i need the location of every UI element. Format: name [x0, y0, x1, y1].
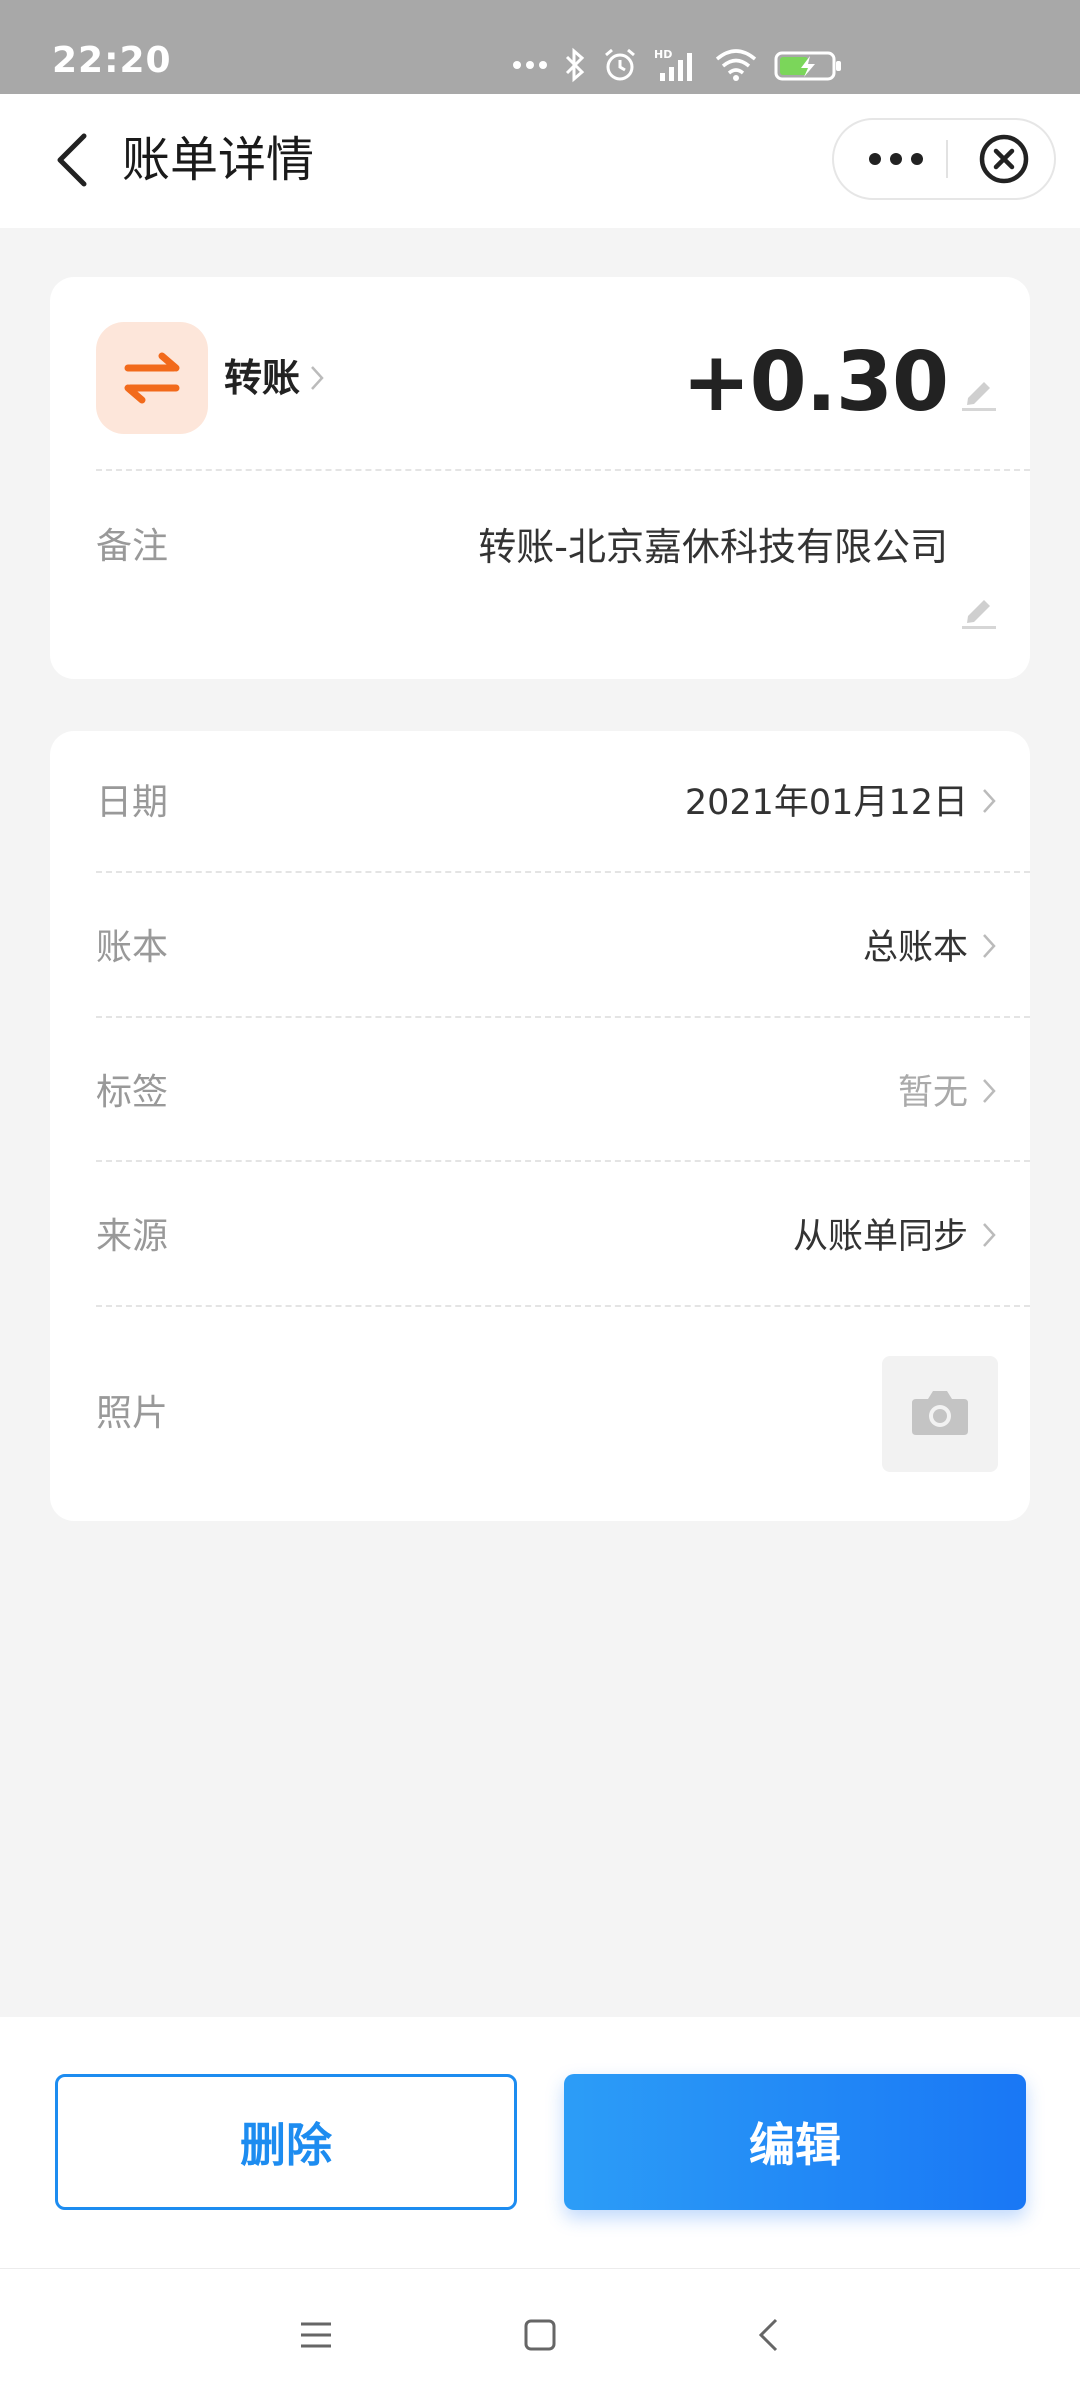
book-row[interactable]: 总账本 — [863, 924, 996, 972]
divider — [96, 1305, 1030, 1307]
chevron-left-icon[interactable] — [40, 128, 104, 192]
close-circle-icon[interactable] — [960, 120, 1048, 198]
alarm-icon — [602, 47, 638, 83]
date-label: 日期 — [96, 782, 169, 823]
back-icon[interactable] — [738, 2305, 798, 2365]
status-time: 22:20 — [52, 40, 172, 81]
edit-pencil-icon[interactable] — [958, 372, 998, 412]
mini-program-capsule — [832, 118, 1056, 200]
status-icons: HD — [512, 40, 842, 90]
amount-value[interactable]: +0.30 — [682, 335, 949, 431]
status-bar: 22:20 HD — [0, 0, 1080, 94]
edit-button[interactable]: 编辑 — [564, 2074, 1026, 2210]
nav-bar: 账单详情 — [0, 94, 1080, 228]
date-row[interactable]: 2021年01月12日 — [685, 779, 996, 827]
book-value: 总账本 — [862, 928, 968, 968]
svg-text:HD: HD — [654, 48, 672, 61]
divider — [96, 871, 1030, 873]
photo-label: 照片 — [96, 1393, 169, 1434]
tag-label: 标签 — [96, 1072, 169, 1113]
add-photo-button[interactable] — [882, 1356, 998, 1472]
category-label: 转账 — [224, 356, 301, 400]
chevron-right-icon — [982, 1069, 996, 1117]
date-value: 2021年01月12日 — [684, 783, 968, 823]
chevron-right-icon — [982, 924, 996, 972]
book-label: 账本 — [96, 927, 169, 968]
tag-value: 暂无 — [897, 1073, 968, 1113]
source-value: 从账单同步 — [792, 1217, 968, 1257]
bluetooth-icon — [564, 47, 586, 83]
transfer-arrows-icon — [96, 322, 208, 434]
more-dots-icon[interactable] — [852, 120, 940, 198]
delete-button[interactable]: 删除 — [55, 2074, 517, 2210]
divider — [96, 469, 1030, 471]
record-summary-card: 转账 +0.30 备注 转账-北京嘉休科技有限公司 — [50, 277, 1030, 679]
capsule-divider — [946, 140, 948, 178]
system-nav-bar — [0, 2268, 1080, 2401]
more-dots-icon — [512, 60, 548, 70]
camera-icon — [910, 1387, 970, 1441]
divider — [96, 1160, 1030, 1162]
source-label: 来源 — [96, 1216, 169, 1257]
edit-pencil-icon[interactable] — [958, 590, 998, 630]
menu-icon[interactable] — [286, 2305, 346, 2365]
divider — [96, 1016, 1030, 1018]
wifi-icon — [714, 47, 758, 83]
chevron-right-icon — [310, 353, 324, 403]
home-square-icon[interactable] — [510, 2305, 570, 2365]
chevron-right-icon — [982, 779, 996, 827]
source-row[interactable]: 从账单同步 — [793, 1213, 996, 1261]
action-bar: 删除 编辑 — [0, 2017, 1080, 2268]
page-title: 账单详情 — [122, 132, 315, 188]
tag-row[interactable]: 暂无 — [898, 1069, 996, 1117]
category-selector[interactable]: 转账 — [224, 353, 324, 403]
chevron-right-icon — [982, 1213, 996, 1261]
signal-hd-icon: HD — [654, 47, 698, 83]
record-details-card: 日期 2021年01月12日 账本 总账本 标签 暂无 来源 从账单同步 照片 — [50, 731, 1030, 1521]
battery-charging-icon — [774, 47, 842, 83]
note-label: 备注 — [96, 526, 169, 567]
note-value[interactable]: 转账-北京嘉休科技有限公司 — [478, 523, 948, 571]
